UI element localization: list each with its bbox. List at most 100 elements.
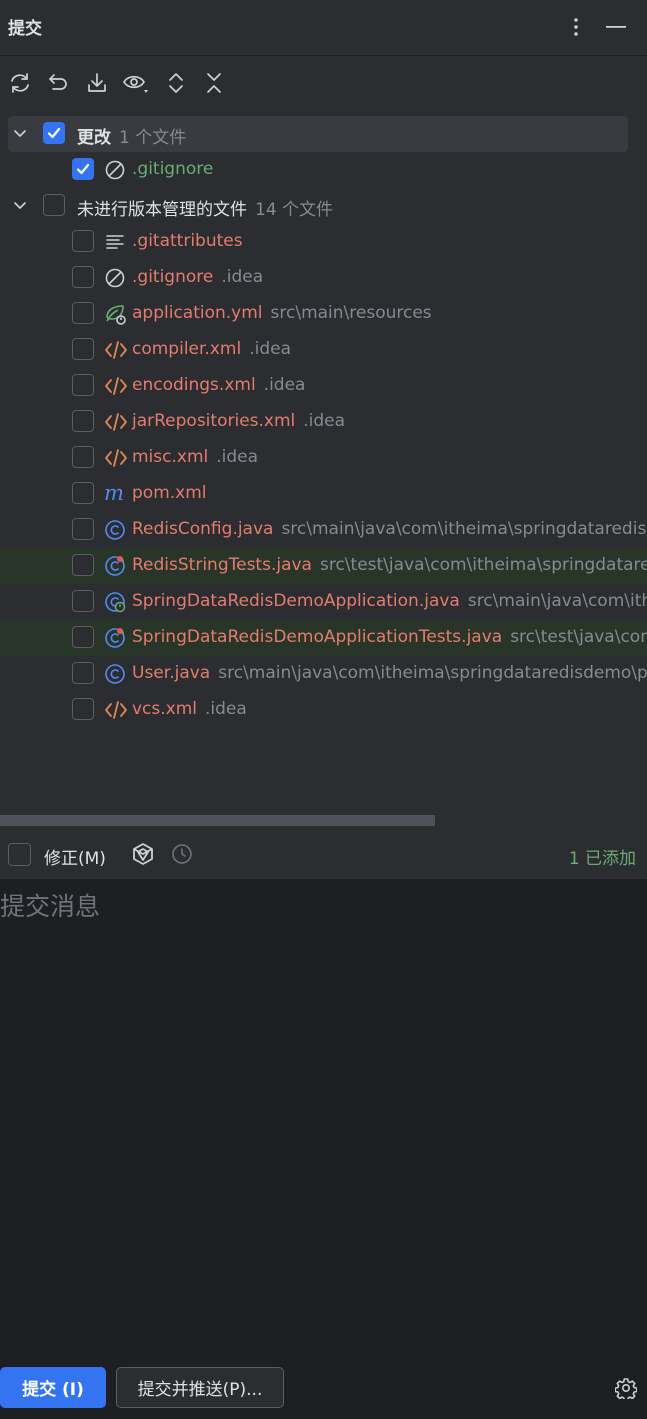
file-location: .idea <box>263 375 306 395</box>
java-class-icon <box>104 519 126 541</box>
minimize-icon <box>606 26 626 28</box>
commit-options-bar: 修正(M) 1 已添加 <box>0 830 647 878</box>
file-checkbox[interactable] <box>72 482 94 504</box>
rollback-button[interactable] <box>40 62 76 104</box>
tool-window-title: 提交 <box>8 19 42 39</box>
amend-checkbox[interactable] <box>8 843 31 866</box>
file-row[interactable]: m pom.xml <box>0 476 647 512</box>
group-file-count: 14 个文件 <box>255 200 334 220</box>
file-name: vcs.xml <box>132 699 198 719</box>
file-row[interactable]: .gitignore <box>0 152 647 188</box>
file-location: src\test\java\com\itheima\springdataredi… <box>510 627 647 647</box>
group-checkbox[interactable] <box>43 194 65 216</box>
file-checkbox[interactable] <box>72 698 94 720</box>
file-location: .idea <box>221 267 264 287</box>
xml-icon <box>104 375 127 397</box>
expand-all-button[interactable] <box>158 62 194 104</box>
file-checkbox[interactable] <box>72 554 94 576</box>
gitignore-icon <box>104 159 126 181</box>
file-checkbox[interactable] <box>72 410 94 432</box>
file-row[interactable]: .gitignore .idea <box>0 260 647 296</box>
group-file-count: 1 个文件 <box>119 128 187 148</box>
java-class-icon <box>104 663 126 685</box>
file-row[interactable]: jarRepositories.xml .idea <box>0 404 647 440</box>
collapse-all-icon <box>207 73 221 93</box>
xml-icon <box>104 447 127 469</box>
download-icon <box>88 73 106 92</box>
file-location: .idea <box>216 447 259 467</box>
file-row[interactable]: RedisConfig.java src\main\java\com\itheim… <box>0 512 647 548</box>
file-name: encodings.xml <box>132 375 256 395</box>
file-checkbox[interactable] <box>72 446 94 468</box>
chevron-down-icon[interactable] <box>11 125 29 143</box>
file-name: RedisConfig.java <box>132 519 274 539</box>
undo-icon <box>49 74 67 90</box>
file-checkbox[interactable] <box>72 662 94 684</box>
java-test-class-icon <box>104 555 126 577</box>
file-name: pom.xml <box>132 483 207 503</box>
changelist-group-row[interactable]: 更改 1 个文件 <box>8 116 628 152</box>
file-row[interactable]: User.java src\main\java\com\itheima\sprin… <box>0 656 647 692</box>
file-name: RedisStringTests.java <box>132 555 312 575</box>
file-name: .gitattributes <box>132 231 243 251</box>
horizontal-scrollbar[interactable] <box>0 815 435 826</box>
java-test-class-icon <box>104 627 126 649</box>
commit-message-editor[interactable]: 提交消息 <box>0 879 647 1357</box>
file-row[interactable]: application.yml src\main\resources <box>0 296 647 332</box>
file-row[interactable]: vcs.xml .idea <box>0 692 647 728</box>
shelve-button[interactable] <box>79 62 115 104</box>
file-checkbox[interactable] <box>72 374 94 396</box>
gitignore-icon <box>104 267 126 289</box>
ai-commit-message-icon[interactable] <box>130 841 156 867</box>
file-name: application.yml <box>132 303 263 323</box>
file-name: jarRepositories.xml <box>132 411 296 431</box>
gear-icon[interactable] <box>615 1377 637 1399</box>
file-checkbox[interactable] <box>72 626 94 648</box>
commit-actions-bar: 提交 (I) 提交并推送(P)... <box>0 1357 647 1419</box>
file-name: .gitignore <box>132 267 214 287</box>
commit-and-push-button[interactable]: 提交并推送(P)... <box>116 1367 284 1408</box>
view-options-button[interactable] <box>118 62 154 104</box>
file-location: .idea <box>303 411 346 431</box>
text-file-icon <box>104 231 126 253</box>
commit-button[interactable]: 提交 (I) <box>0 1367 106 1408</box>
refresh-button[interactable] <box>2 62 38 104</box>
file-name: SpringDataRedisDemoApplicationTests.java <box>132 627 503 647</box>
file-location: src\test\java\com\itheima\springdataredi… <box>319 555 647 575</box>
spring-config-icon <box>104 303 126 325</box>
file-checkbox[interactable] <box>72 338 94 360</box>
file-checkbox[interactable] <box>72 158 94 180</box>
file-checkbox[interactable] <box>72 302 94 324</box>
file-row[interactable]: compiler.xml .idea <box>0 332 647 368</box>
commit-toolbar <box>0 62 647 104</box>
expand-all-icon <box>169 73 183 93</box>
more-options-button[interactable] <box>563 12 589 42</box>
file-row[interactable]: misc.xml .idea <box>0 440 647 476</box>
file-row[interactable]: SpringDataRedisDemoApplicationTests.java… <box>0 620 647 656</box>
file-location: src\main\java\com\itheima\springdataredi… <box>281 519 647 539</box>
commit-history-clock-icon[interactable] <box>171 843 193 865</box>
file-name: misc.xml <box>132 447 209 467</box>
file-location: src\main\java\com\itheima\springdataredi… <box>218 663 647 683</box>
file-row[interactable]: encodings.xml .idea <box>0 368 647 404</box>
file-checkbox[interactable] <box>72 230 94 252</box>
group-checkbox[interactable] <box>43 122 65 144</box>
collapse-all-button[interactable] <box>196 62 232 104</box>
minimize-button[interactable] <box>601 12 631 42</box>
vertical-dots-icon <box>574 18 578 36</box>
file-name: compiler.xml <box>132 339 242 359</box>
chevron-down-icon[interactable] <box>11 197 29 215</box>
maven-icon: m <box>104 481 126 505</box>
file-row[interactable]: RedisStringTests.java src\test\java\com\i… <box>0 548 647 584</box>
commit-message-placeholder: 提交消息 <box>0 892 101 921</box>
xml-icon <box>104 339 127 361</box>
file-row[interactable]: SpringDataRedisDemoApplication.java src\m… <box>0 584 647 620</box>
commit-tool-window-header: 提交 <box>0 0 647 56</box>
amend-label: 修正(M) <box>44 849 106 869</box>
changelist-group-row[interactable]: 未进行版本管理的文件 14 个文件 <box>0 188 647 224</box>
file-checkbox[interactable] <box>72 266 94 288</box>
file-row[interactable]: .gitattributes <box>0 224 647 260</box>
file-checkbox[interactable] <box>72 518 94 540</box>
file-checkbox[interactable] <box>72 590 94 612</box>
check-icon <box>47 127 61 139</box>
